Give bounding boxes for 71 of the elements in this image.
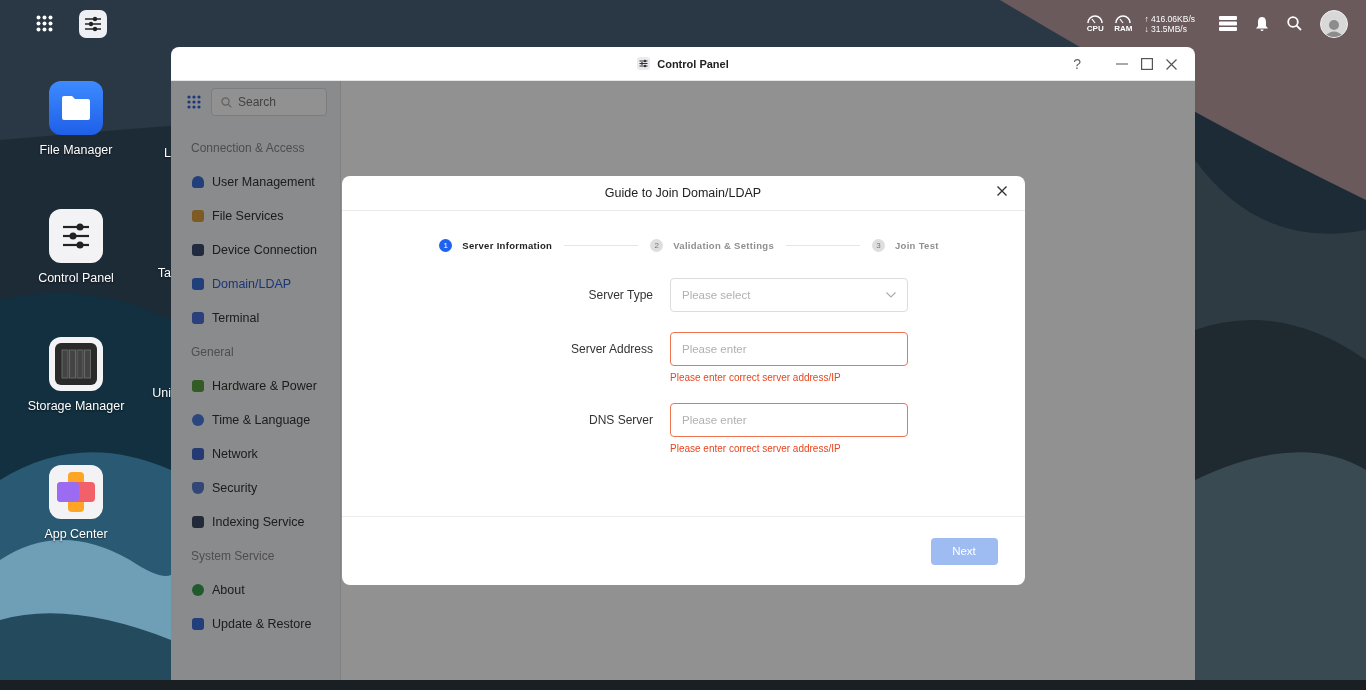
desktop-icon-label: L: [164, 146, 171, 160]
folder-icon[interactable]: [49, 81, 103, 135]
help-button[interactable]: ?: [1071, 56, 1083, 72]
sidebar-item[interactable]: Terminal: [171, 301, 340, 335]
settings-category-icon: [192, 618, 204, 630]
settings-category-icon: [192, 210, 204, 222]
settings-category-icon: [192, 414, 204, 426]
dialog-title: Guide to Join Domain/LDAP: [604, 186, 762, 200]
field-label: Server Address: [569, 342, 653, 356]
chevron-down-icon: [886, 292, 896, 298]
sidebar-item[interactable]: Time & Language: [171, 403, 340, 437]
section-heading: System Service: [190, 548, 276, 565]
sidebar-item[interactable]: Domain/LDAP: [171, 267, 340, 301]
step-label: Server Information: [462, 240, 553, 251]
window-title: Control Panel: [657, 57, 729, 70]
sidebar-item[interactable]: User Management: [171, 165, 340, 199]
step-number: 1: [439, 239, 453, 252]
settings-category-icon: [192, 482, 204, 494]
cpu-gauge[interactable]: CPU: [1086, 14, 1105, 33]
select-field[interactable]: Please select: [670, 278, 908, 312]
drive-bay-icon[interactable]: [49, 337, 103, 391]
field-label: Server Type: [587, 288, 653, 302]
search-field[interactable]: Search: [211, 88, 327, 116]
settings-category-icon: [192, 516, 204, 528]
close-button[interactable]: [996, 186, 1007, 196]
sidebar-item[interactable]: File Services: [171, 199, 340, 233]
app-blocks-icon[interactable]: [49, 465, 103, 519]
desktop-icon-label: App Center: [44, 527, 108, 541]
settings-category-icon: [192, 312, 204, 324]
desktop-icon-label: File Manager: [39, 143, 113, 157]
desktop-icon-label: Control Panel: [38, 271, 114, 285]
control-panel-taskbar-icon[interactable]: [79, 9, 107, 38]
sidebar-item[interactable]: Hardware & Power: [171, 369, 340, 403]
desktop-icon-label: Uni: [152, 386, 171, 400]
field-label: DNS Server: [588, 413, 653, 427]
storage-icon[interactable]: [1219, 16, 1237, 31]
step-number: 3: [872, 239, 885, 252]
step-label: Validation & Settings: [673, 240, 774, 251]
input-field[interactable]: Please enter: [670, 403, 908, 437]
settings-category-icon: [192, 584, 204, 596]
input-field[interactable]: Please enter: [670, 332, 908, 366]
settings-category-icon: [192, 448, 204, 460]
apps-grid-icon[interactable]: [36, 15, 53, 32]
settings-category-icon: [192, 278, 204, 290]
section-heading: General: [190, 344, 235, 361]
upload-speed: ↑ 416.06KB/s: [1144, 13, 1195, 24]
sliders-icon: [637, 57, 651, 70]
sidebar-item[interactable]: Device Connection: [171, 233, 340, 267]
download-speed: ↓ 31.5MB/s: [1144, 23, 1188, 34]
sliders-icon[interactable]: [49, 209, 103, 263]
bell-icon[interactable]: [1255, 15, 1269, 32]
settings-category-icon: [192, 176, 204, 188]
desktop-icon-label: Ta: [157, 266, 171, 280]
error-message: Please enter correct server address/IP: [670, 443, 842, 454]
error-message: Please enter correct server address/IP: [670, 372, 842, 383]
close-button[interactable]: [1166, 58, 1177, 70]
sidebar-item[interactable]: Indexing Service: [171, 505, 340, 539]
search-icon: [221, 97, 232, 108]
settings-category-icon: [192, 244, 204, 256]
sidebar-item[interactable]: Security: [171, 471, 340, 505]
settings-category-icon: [192, 380, 204, 392]
section-heading: Connection & Access: [190, 140, 306, 157]
search-icon[interactable]: [1287, 16, 1302, 31]
desktop-icon-label: Storage Manager: [27, 399, 125, 413]
ram-gauge[interactable]: RAM: [1114, 14, 1133, 33]
sidebar-item[interactable]: Network: [171, 437, 340, 471]
sidebar-item[interactable]: Update & Restore: [171, 607, 340, 641]
maximize-button[interactable]: [1141, 58, 1153, 70]
step-label: Join Test: [895, 240, 939, 251]
step-number: 2: [650, 239, 664, 252]
sidebar-item[interactable]: About: [171, 573, 340, 607]
